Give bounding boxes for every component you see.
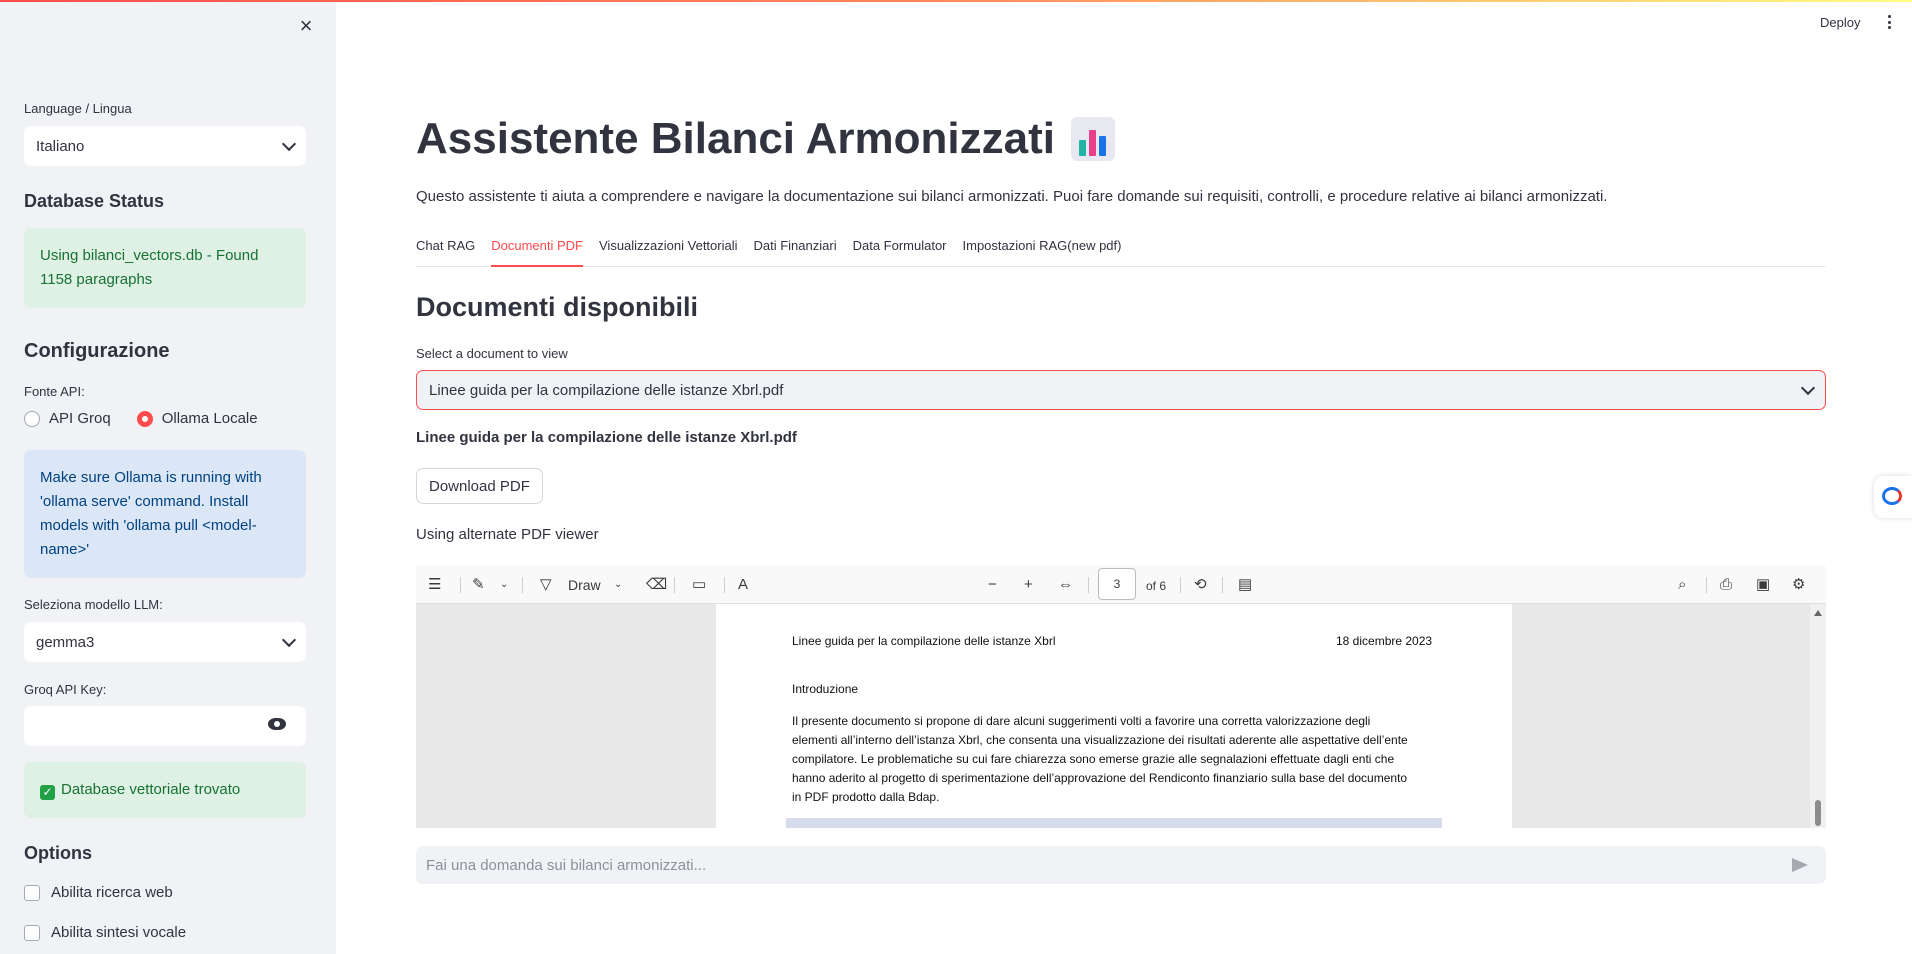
deploy-button[interactable]: Deploy: [1820, 15, 1860, 30]
tts-label: Abilita sintesi vocale: [51, 924, 187, 941]
chevron-down-icon[interactable]: ⌄: [500, 576, 508, 594]
db-status-heading: Database Status: [24, 191, 165, 211]
pdf-paragraph-line: compilatore. Le problematiche su cui far…: [792, 752, 1395, 766]
scrollbar-thumb[interactable]: [1815, 800, 1821, 826]
print-icon[interactable]: ⎙: [1720, 576, 1732, 594]
radio-ollama-locale[interactable]: [136, 410, 153, 427]
alt-viewer-text: Using alternate PDF viewer: [416, 526, 599, 543]
fit-page-icon[interactable]: ⇔: [1058, 576, 1073, 594]
options-heading: Options: [24, 843, 92, 863]
pdf-paragraph-line: elementi all’interno dell’istanza Xbrl, …: [792, 733, 1408, 747]
sidebar: × Language / Lingua Italiano Database St…: [0, 0, 336, 954]
tab-documenti-pdf[interactable]: Documenti PDF: [491, 236, 583, 267]
chat-input-placeholder: Fai una domanda sui bilanci armonizzati.…: [426, 856, 707, 874]
ollama-info-alert: Make sure Ollama is running with 'ollama…: [24, 450, 306, 578]
download-pdf-button[interactable]: Download PDF: [416, 468, 543, 504]
tab-chat-rag[interactable]: Chat RAG: [416, 236, 475, 267]
tab-bar: Chat RAG Documenti PDF Visualizzazioni V…: [416, 236, 1826, 267]
read-aloud-icon[interactable]: A: [738, 576, 748, 594]
page-title: Assistente Bilanci Armonizzati: [416, 114, 1115, 164]
chat-input[interactable]: Fai una domanda sui bilanci armonizzati.…: [416, 846, 1826, 884]
document-select-label: Select a document to view: [416, 346, 568, 361]
model-label: Seleziona modello LLM:: [24, 597, 163, 612]
language-label: Language / Lingua: [24, 101, 132, 116]
chevron-down-icon: [281, 632, 297, 647]
pdf-paragraph-line: hanno aderito al progetto di sperimentaz…: [792, 771, 1408, 785]
language-select[interactable]: Italiano: [24, 126, 306, 166]
radio-api-groq[interactable]: [24, 410, 40, 427]
pdf-paragraph-line: in PDF prodotto dalla Bdap.: [792, 790, 940, 804]
tab-dati-finanziari[interactable]: Dati Finanziari: [754, 236, 837, 267]
text-box-icon[interactable]: ▭: [692, 576, 706, 594]
document-name: Linee guida per la compilazione delle is…: [416, 429, 797, 446]
web-search-checkbox[interactable]: [24, 884, 40, 901]
model-select-value: gemma3: [36, 633, 95, 651]
pdf-header-left: Linee guida per la compilazione delle is…: [792, 634, 1056, 648]
vector-db-found-alert: ✓ Database vettoriale trovato: [24, 762, 306, 818]
check-icon: ✓: [40, 785, 55, 800]
chevron-down-icon: [1800, 380, 1816, 395]
radio-api-groq-label: API Groq: [49, 410, 111, 427]
search-icon[interactable]: ⌕: [1678, 576, 1686, 594]
page-total: of 6: [1146, 579, 1167, 593]
pdf-viewer[interactable]: Linee guida per la compilazione delle is…: [416, 604, 1826, 828]
db-status-alert: Using bilanci_vectors.db - Found 1158 pa…: [24, 228, 306, 308]
page-view-icon[interactable]: ▤: [1238, 576, 1252, 594]
language-select-value: Italiano: [36, 137, 85, 155]
outline-icon[interactable]: ☰: [428, 576, 441, 594]
pdf-toolbar: ☰ ✎ ⌄ ▽ Draw ⌄ ⌫ ▭ A − + ⇔ 3 of 6 ⟲ ▤ ⌕ …: [416, 566, 1826, 604]
show-password-eye-icon[interactable]: [268, 718, 286, 730]
pdf-section-title: Introduzione: [792, 682, 859, 696]
rotate-icon[interactable]: ⟲: [1194, 576, 1207, 594]
draw-label[interactable]: Draw: [568, 576, 601, 594]
scroll-up-icon[interactable]: [1814, 610, 1822, 616]
close-sidebar-icon[interactable]: ×: [296, 15, 316, 37]
pdf-header-right: 18 dicembre 2023: [1336, 634, 1433, 648]
zoom-out-icon[interactable]: −: [988, 576, 997, 594]
tab-data-formulator[interactable]: Data Formulator: [853, 236, 947, 267]
top-decoration-bar: [0, 0, 1912, 2]
pdf-scrollbar[interactable]: [1810, 604, 1826, 828]
chevron-down-icon[interactable]: ⌄: [614, 576, 622, 594]
main-menu-icon[interactable]: [1888, 15, 1892, 29]
api-source-radio-group: API Groq Ollama Locale: [24, 410, 258, 427]
draw-icon[interactable]: ▽: [540, 576, 552, 594]
page-title-text: Assistente Bilanci Armonizzati: [416, 114, 1055, 163]
section-heading: Documenti disponibili: [416, 292, 698, 322]
tts-option[interactable]: Abilita sintesi vocale: [24, 924, 186, 941]
highlighted-heading-band: [786, 818, 1442, 828]
page-subtitle: Questo assistente ti aiuta a comprendere…: [416, 188, 1608, 205]
bar-chart-icon: [1070, 117, 1115, 161]
pdf-page: Linee guida per la compilazione delle is…: [716, 604, 1512, 828]
pdf-paragraph-line: Il presente documento si propone di dare…: [792, 714, 1371, 728]
model-select[interactable]: gemma3: [24, 622, 306, 662]
floating-assistant-icon[interactable]: [1874, 476, 1912, 518]
chevron-down-icon: [281, 136, 297, 151]
document-select[interactable]: Linee guida per la compilazione delle is…: [416, 370, 1826, 410]
web-search-option[interactable]: Abilita ricerca web: [24, 884, 173, 901]
radio-ollama-locale-label: Ollama Locale: [161, 410, 258, 427]
document-select-value: Linee guida per la compilazione delle is…: [429, 381, 784, 399]
page-number-input[interactable]: 3: [1098, 568, 1136, 600]
config-heading: Configurazione: [24, 340, 170, 362]
save-icon[interactable]: ▣: [1756, 576, 1770, 594]
highlight-icon[interactable]: ✎: [472, 576, 485, 594]
api-source-label: Fonte API:: [24, 384, 85, 399]
settings-gear-icon[interactable]: ⚙: [1792, 576, 1805, 594]
tab-visualizzazioni-vettoriali[interactable]: Visualizzazioni Vettoriali: [599, 236, 738, 267]
tts-checkbox[interactable]: [24, 924, 40, 941]
eraser-icon[interactable]: ⌫: [646, 576, 667, 594]
groq-key-label: Groq API Key:: [24, 682, 107, 697]
vector-db-found-text: Database vettoriale trovato: [61, 781, 241, 798]
groq-key-input[interactable]: [24, 706, 306, 746]
web-search-label: Abilita ricerca web: [51, 884, 173, 901]
tab-impostazioni-rag[interactable]: Impostazioni RAG(new pdf): [963, 236, 1122, 267]
zoom-in-icon[interactable]: +: [1024, 576, 1033, 594]
send-icon[interactable]: [1792, 858, 1808, 872]
